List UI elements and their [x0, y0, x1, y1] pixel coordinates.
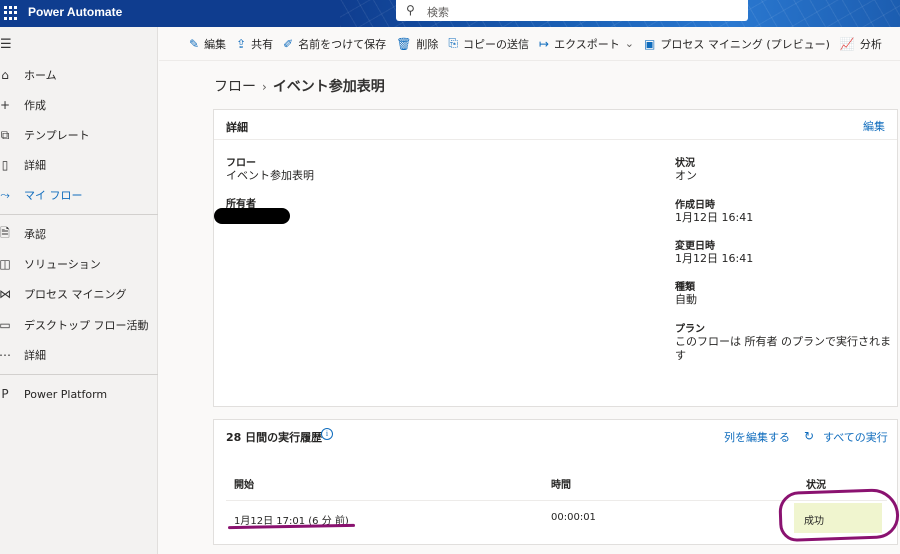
sidebar-item-more[interactable]: ⋯ 詳細 — [0, 344, 158, 366]
sidebar-item-label: 作成 — [24, 99, 46, 112]
template-icon: ⧉ — [0, 127, 10, 142]
page-title: イベント参加表明 — [272, 79, 385, 95]
sidebar-item-create[interactable]: + 作成 — [0, 94, 158, 116]
search-icon: ⚲ — [406, 3, 415, 17]
power-platform-icon: 𝖯 — [1, 387, 9, 401]
send-copy-label: コピーの送信 — [463, 37, 530, 51]
more-icon: ⋯ — [0, 348, 11, 362]
sidebar-item-home[interactable]: ⌂ ホーム — [0, 64, 158, 86]
chart-icon: 📈 — [839, 36, 855, 51]
details-card: 詳細 編集 フロー イベント参加表明 所有者 状況 オン 作成日時 1月12日 … — [213, 109, 898, 407]
app-launcher-icon[interactable] — [4, 6, 18, 20]
app-title[interactable]: Power Automate — [28, 5, 122, 19]
share-icon: ⇪ — [236, 36, 247, 51]
sidebar-item-desktop-flow-activity[interactable]: ▭ デスクトップ フロー活動 — [0, 314, 158, 336]
pencil-icon: ✎ — [189, 36, 200, 51]
sidebar-item-label: テンプレート — [24, 129, 90, 142]
sidebar-item-label: ソリューション — [24, 258, 101, 271]
sidebar-item-templates[interactable]: ⧉ テンプレート — [0, 124, 158, 146]
process-mining-icon: ⋈ — [0, 287, 11, 301]
sidebar-item-label: Power Platform — [24, 387, 108, 401]
type-value: 自動 — [675, 293, 697, 306]
sidebar-item-power-platform[interactable]: 𝖯 Power Platform — [0, 383, 158, 405]
home-icon: ⌂ — [1, 68, 9, 82]
details-edit-link[interactable]: 編集 — [863, 118, 885, 134]
sidebar-item-process-mining[interactable]: ⋈ プロセス マイニング — [0, 283, 158, 305]
copy-icon: ⎘ — [448, 36, 459, 50]
process-mining-label: プロセス マイニング (プレビュー) — [660, 37, 830, 51]
plus-icon: + — [0, 98, 11, 112]
sidebar-item-solutions[interactable]: ◫ ソリューション — [0, 253, 158, 275]
annotation-circle — [778, 487, 900, 543]
top-bar: Power Automate ⚲ 検索 — [0, 0, 900, 27]
sidebar-item-label: ホーム — [24, 69, 57, 82]
search-box[interactable]: ⚲ 検索 — [396, 0, 748, 21]
sidebar-item-label: デスクトップ フロー活動 — [24, 319, 149, 332]
sidebar-divider — [0, 374, 158, 375]
delete-button[interactable]: 🗑 削除 — [396, 36, 438, 52]
sidebar-item-approvals[interactable]: 🗎 承認 — [0, 223, 158, 245]
chevron-right-icon: › — [262, 80, 267, 94]
sidebar-item-label: 承認 — [24, 228, 46, 241]
share-button[interactable]: ⇪ 共有 — [236, 36, 273, 52]
breadcrumb-flows[interactable]: フロー — [214, 79, 256, 95]
sidebar-divider — [0, 214, 158, 215]
sidebar-item-my-flows[interactable]: ⤳ マイ フロー — [0, 184, 158, 206]
details-header: 詳細 編集 — [214, 110, 897, 140]
created-value: 1月12日 16:41 — [675, 211, 754, 224]
save-as-label: 名前をつけて保存 — [298, 37, 387, 51]
sidebar-item-label: プロセス マイニング — [24, 288, 127, 301]
command-bar: ✎ 編集 ⇪ 共有 ✐ 名前をつけて保存 🗑 削除 ⎘ コピーの送信 ↦ エクスポート ⌄ ▣… — [159, 27, 900, 61]
plan-value-line1: このフローは 所有者 のプランで実行されま — [675, 335, 891, 348]
delete-label: 削除 — [416, 37, 439, 51]
save-as-button[interactable]: ✐ 名前をつけて保存 — [283, 36, 386, 52]
modified-value: 1月12日 16:41 — [675, 252, 754, 265]
trash-icon: 🗑 — [396, 36, 412, 51]
flow-icon: ⤳ — [0, 187, 10, 202]
refresh-icon: ↻ — [804, 429, 815, 443]
hamburger-icon[interactable]: ☰ — [0, 37, 12, 52]
column-header-duration[interactable]: 時間 — [551, 476, 571, 491]
column-header-status[interactable]: 状況 — [806, 476, 826, 491]
run-duration-cell: 00:00:01 — [551, 512, 596, 523]
status-value: オン — [675, 169, 697, 182]
save-as-icon: ✐ — [283, 36, 294, 51]
solution-icon: ◫ — [0, 257, 11, 271]
chevron-down-icon: ⌄ — [624, 37, 634, 50]
search-placeholder: 検索 — [427, 6, 449, 19]
approval-icon: 🗎 — [0, 225, 10, 240]
share-label: 共有 — [251, 37, 274, 51]
edit-columns-link[interactable]: 列を編集する — [724, 429, 790, 445]
process-mining-icon: ▣ — [643, 36, 656, 51]
analytics-label: 分析 — [859, 37, 882, 51]
flow-value: イベント参加表明 — [226, 169, 314, 182]
process-mining-button[interactable]: ▣ プロセス マイニング (プレビュー) — [644, 36, 830, 52]
sidebar-item-learn[interactable]: ▯ 詳細 — [0, 154, 158, 176]
edit-label: 編集 — [204, 37, 227, 51]
breadcrumb: フロー › イベント参加表明 — [214, 76, 385, 96]
sidebar: ☰ ⌂ ホーム + 作成 ⧉ テンプレート ▯ 詳細 ⤳ マイ フロー 🗎 承認… — [0, 27, 158, 554]
sidebar-item-label: 詳細 — [24, 349, 46, 362]
column-header-start[interactable]: 開始 — [234, 476, 254, 491]
run-history-title: 28 日間の実行履歴 — [226, 431, 323, 444]
book-icon: ▯ — [1, 158, 9, 172]
details-title: 詳細 — [226, 121, 248, 134]
export-icon: ↦ — [539, 36, 550, 51]
export-label: エクスポート — [554, 37, 620, 51]
owner-redaction — [214, 208, 290, 224]
sidebar-item-label: 詳細 — [24, 159, 46, 172]
analytics-button[interactable]: 📈 分析 — [840, 36, 882, 52]
edit-button[interactable]: ✎ 編集 — [189, 36, 226, 52]
send-copy-button[interactable]: ⎘ コピーの送信 — [448, 36, 529, 52]
export-button[interactable]: ↦ エクスポート ⌄ — [539, 36, 634, 52]
sidebar-item-label: マイ フロー — [24, 189, 83, 202]
info-icon[interactable]: i — [321, 428, 333, 440]
desktop-flow-icon: ▭ — [0, 318, 11, 332]
all-runs-link[interactable]: すべての実行 — [823, 429, 888, 445]
plan-value-line2: す — [675, 349, 686, 362]
